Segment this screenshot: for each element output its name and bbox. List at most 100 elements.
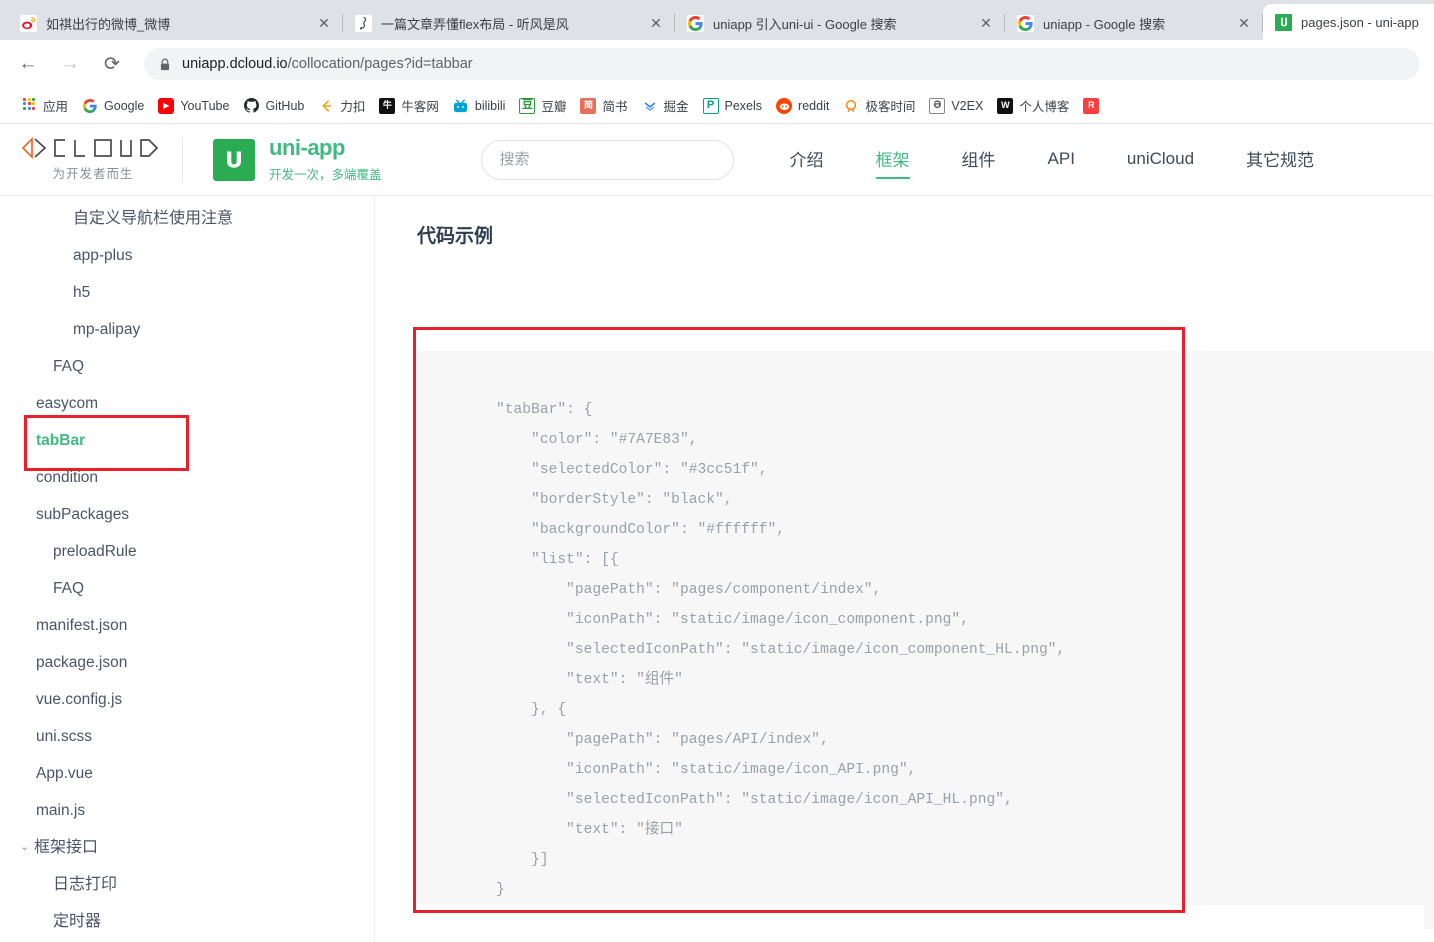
sidebar-item-subpackages[interactable]: subPackages <box>0 496 374 533</box>
bookmark-overflow-partial[interactable]: R <box>1076 93 1105 119</box>
blog-icon: W <box>997 97 1014 114</box>
juejin-icon <box>641 97 658 114</box>
doc-sidebar[interactable]: 自定义导航栏使用注意 app-plus h5 mp-alipay FAQ eas… <box>0 196 375 942</box>
close-icon[interactable]: ✕ <box>1233 12 1255 34</box>
bookmark-label: Google <box>104 98 145 113</box>
sidebar-item-preloadrule[interactable]: preloadRule <box>0 533 374 570</box>
sidebar-item-app-plus[interactable]: app-plus <box>0 237 374 274</box>
uniapp-slogan: 开发一次，多端覆盖 <box>269 168 382 183</box>
uniapp-title: uni-app <box>269 134 345 160</box>
bookmark-leetcode[interactable]: 力扣 <box>311 93 372 119</box>
sidebar-item-app-vue[interactable]: App.vue <box>0 755 374 792</box>
bookmarks-bar: 应用 Google ▶ YouTube GitHub 力扣 牛 牛客网 bili… <box>0 88 1434 124</box>
doc-content: 代码示例 "tabBar": { "color": "#7A7E83", "se… <box>375 196 1434 942</box>
browser-tab-title: uniapp - Google 搜索 <box>1043 16 1166 32</box>
nav-item-components[interactable]: 组件 <box>962 142 996 177</box>
douban-icon: 豆 <box>519 97 536 114</box>
chevron-down-icon: ⌄ <box>20 841 30 853</box>
dcloud-logo[interactable]: 为开发者而生 <box>18 137 168 182</box>
bookmark-nowcoder[interactable]: 牛 牛客网 <box>372 93 446 119</box>
bookmark-juejin[interactable]: 掘金 <box>635 93 696 119</box>
bookmark-reddit[interactable]: reddit <box>769 93 836 119</box>
dcloud-tagline: 为开发者而生 <box>52 167 134 181</box>
code-block[interactable]: "tabBar": { "color": "#7A7E83", "selecte… <box>417 351 1065 905</box>
code-example-region: "tabBar": { "color": "#7A7E83", "selecte… <box>413 327 1434 916</box>
nav-item-unicloud[interactable]: uniCloud <box>1127 145 1194 175</box>
browser-tab-3[interactable]: uniapp 引入uni-ui - Google 搜索 ✕ <box>675 6 1005 40</box>
sidebar-item-mp-alipay[interactable]: mp-alipay <box>0 311 374 348</box>
sidebar-item-h5[interactable]: h5 <box>0 274 374 311</box>
bookmark-jianshu[interactable]: 简 简书 <box>573 93 634 119</box>
bookmark-label: 个人博客 <box>1019 100 1070 114</box>
sidebar-item-easycom[interactable]: easycom <box>0 385 374 422</box>
sidebar-item-package-json[interactable]: package.json <box>0 644 374 681</box>
close-icon[interactable]: ✕ <box>313 12 335 34</box>
address-bar[interactable]: uniapp.dcloud.io/collocation/pages?id=ta… <box>144 48 1420 80</box>
browser-tab-title: 一篇文章弄懂flex布局 - 听风是风 <box>381 16 569 32</box>
search-input[interactable] <box>480 139 734 180</box>
forward-button[interactable]: → <box>54 48 86 80</box>
web-page: 为开发者而生 uni-app 开发一次，多端覆盖 介绍 框架 <box>0 124 1434 942</box>
address-path: /collocation/pages?id=tabbar <box>287 56 473 72</box>
bookmark-apps[interactable]: 应用 <box>14 93 75 119</box>
bookmark-geektime[interactable]: 极客时间 <box>836 93 922 119</box>
bookmark-personal-blog[interactable]: W 个人博客 <box>990 93 1076 119</box>
browser-tab-5-active[interactable]: pages.json - uni-app <box>1263 4 1434 40</box>
code-example-heading: 代码示例 <box>417 226 494 247</box>
sidebar-item-faq-1[interactable]: FAQ <box>0 348 374 385</box>
sidebar-group-label: 框架接口 <box>34 839 99 856</box>
site-header: 为开发者而生 uni-app 开发一次，多端覆盖 介绍 框架 <box>0 124 1434 196</box>
uniapp-icon <box>1275 13 1292 31</box>
bookmark-label: Pexels <box>724 98 763 113</box>
browser-tab-1[interactable]: 如祺出行的微博_微博 ✕ <box>8 6 343 40</box>
sidebar-item-tabbar[interactable]: tabBar <box>0 422 374 459</box>
sidebar-item-main-js[interactable]: main.js <box>0 792 374 829</box>
sidebar-item-faq-2[interactable]: FAQ <box>0 570 374 607</box>
bookmark-github[interactable]: GitHub <box>236 93 311 119</box>
nav-item-intro[interactable]: 介绍 <box>790 142 824 177</box>
uniapp-brand[interactable]: uni-app 开发一次，多端覆盖 <box>213 134 382 183</box>
sidebar-item-manifest-json[interactable]: manifest.json <box>0 607 374 644</box>
nav-item-framework[interactable]: 框架 <box>875 142 910 179</box>
sidebar-item-log-print[interactable]: 日志打印 <box>0 866 374 903</box>
sidebar-item-vue-config-js[interactable]: vue.config.js <box>0 681 374 718</box>
page-body: 自定义导航栏使用注意 app-plus h5 mp-alipay FAQ eas… <box>0 196 1434 942</box>
close-icon[interactable]: ✕ <box>645 12 667 34</box>
search-container <box>480 139 734 180</box>
bookmark-v2ex[interactable]: Ə V2EX <box>922 93 990 119</box>
jianshu-icon: 简 <box>580 97 597 114</box>
bookmark-google[interactable]: Google <box>75 93 151 119</box>
sidebar-item-uni-scss[interactable]: uni.scss <box>0 718 374 755</box>
reload-button[interactable]: ⟳ <box>96 48 128 80</box>
browser-tab-title: pages.json - uni-app <box>1301 14 1419 30</box>
sidebar-group-framework-api[interactable]: ⌄ 框架接口 <box>0 829 374 866</box>
uniapp-logo-icon <box>213 138 255 181</box>
bookmark-label: 掘金 <box>663 100 689 114</box>
lock-icon <box>158 57 172 71</box>
sidebar-item-custom-navbar-note[interactable]: 自定义导航栏使用注意 <box>0 200 374 237</box>
weibo-icon <box>20 14 37 32</box>
youtube-icon: ▶ <box>158 97 175 114</box>
bookmark-youtube[interactable]: ▶ YouTube <box>151 93 236 119</box>
bookmark-label: 力扣 <box>340 100 366 114</box>
browser-tab-4[interactable]: uniapp - Google 搜索 ✕ <box>1005 6 1263 40</box>
bookmark-pexels[interactable]: P Pexels <box>696 93 770 119</box>
bookmark-label: 应用 <box>43 100 69 114</box>
bookmark-bilibili[interactable]: bilibili <box>446 93 513 119</box>
browser-tab-2[interactable]: 一篇文章弄懂flex布局 - 听风是风 ✕ <box>343 6 675 40</box>
bookmark-label: 牛客网 <box>401 100 439 114</box>
bookmark-label: GitHub <box>265 98 305 113</box>
close-icon[interactable]: ✕ <box>975 12 997 34</box>
v2ex-icon: Ə <box>929 97 946 114</box>
bookmark-douban[interactable]: 豆 豆瓣 <box>512 93 573 119</box>
browser-tab-title: uniapp 引入uni-ui - Google 搜索 <box>713 16 897 32</box>
bookmark-label: 极客时间 <box>865 100 916 114</box>
site-nav: 介绍 框架 组件 API uniCloud 其它规范 <box>764 142 1341 179</box>
sidebar-item-condition[interactable]: condition <box>0 459 374 496</box>
back-button[interactable]: ← <box>12 48 44 80</box>
sidebar-item-timer[interactable]: 定时器 <box>0 903 374 940</box>
nav-item-api[interactable]: API <box>1048 145 1075 175</box>
leetcode-icon <box>318 97 335 114</box>
nav-item-other-specs[interactable]: 其它规范 <box>1246 142 1314 177</box>
condition-heading: condition <box>417 938 565 942</box>
